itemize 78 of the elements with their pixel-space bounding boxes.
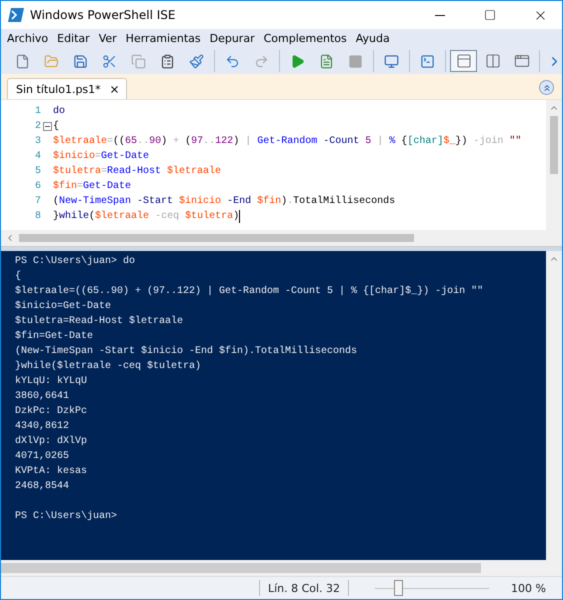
menu-item[interactable]: Ayuda [352,29,395,48]
console-line: }while($letraale -ceq $tuletra) [15,360,202,374]
save-icon [73,54,88,68]
close-icon[interactable] [108,84,120,94]
monitor-icon [384,54,399,68]
code-line: $tuletra=Read-Host $letraale [53,164,222,179]
pane-right-icon [484,53,500,69]
line-number: 6 [34,180,41,194]
folder-icon [44,54,59,68]
document-icon [319,54,334,68]
code-line: $inicio=Get-Date [53,150,150,164]
code-line: (New-TimeSpan -Start $inicio -End $fin).TotalMilliseconds [53,194,396,209]
maximize-icon [484,9,496,21]
scrollbar[interactable] [1,560,562,576]
console-line: kYLqU: kYLqU [15,374,88,389]
line-number: 4 [34,150,41,164]
brush-icon [189,54,204,68]
collapse-button[interactable] [539,80,554,95]
console-line: 4340,8612 [15,420,70,434]
file-icon [15,54,30,68]
code-line: $fin=Get-Date [53,180,132,194]
pane-top-button[interactable] [450,50,477,72]
console-prompt: PS C:\Users\juan> [15,510,118,524]
menu-item[interactable]: Archivo [3,29,54,48]
menu-item[interactable]: Complementos [260,29,352,48]
console-line: 3860,6641 [15,390,70,404]
scrollbar-thumb[interactable] [19,234,414,242]
console-line: dXlVp: dXlVp [15,434,88,449]
window-title: Windows PowerShell ISE [30,8,176,22]
fold-icon[interactable] [42,122,52,131]
console-line: KVPtA: kesas [15,464,88,479]
play-icon [290,54,305,68]
console-pane[interactable] [1,251,562,576]
menu-item[interactable]: Herramientas [122,29,206,48]
pane-top-icon [456,53,472,69]
window-icon [514,53,530,69]
console-line: $tuletra=Read-Host $letraale [15,314,184,329]
console-line: 2468,8544 [15,480,70,494]
console-line: { [15,270,22,284]
copy-icon [131,54,146,68]
line-number: 3 [34,135,41,149]
console-line: $fin=Get-Date [15,330,94,344]
stop-icon [348,54,363,68]
console-line: 4071,0265 [15,450,70,464]
scrollbar[interactable] [1,230,562,246]
scissors-icon [102,54,117,68]
undo-icon [225,54,240,68]
code-line: }while($letraale -ceq $tuletra) [53,209,242,224]
app-logo-icon [8,8,24,22]
zoom-level: 100 % [511,582,546,594]
line-number: 8 [34,210,41,224]
code-line: do [53,104,66,119]
slider-thumb[interactable] [394,580,403,596]
cursor-position: Lín. 8 Col. 32 [268,582,340,594]
line-number: 7 [34,195,41,209]
scrollbar[interactable] [546,251,562,560]
scrollbar-thumb[interactable] [550,116,558,174]
console-line: DzkPc: DzkPc [15,404,88,419]
console-line: PS C:\Users\juan> do [15,254,136,269]
console-line: $inicio=Get-Date [15,300,112,314]
code-line: { [53,120,60,134]
menu-item[interactable]: Ver [94,29,122,48]
menu-item[interactable]: Depurar [206,29,260,48]
console-line: $letraale=((65..90) + (97..122) | Get-Random -Count 5 | % {[char]$_}) -join "" [15,284,484,299]
clipboard-icon [160,54,175,68]
line-number: 5 [34,165,41,179]
line-number: 1 [34,105,41,119]
double-chevron-up-icon [542,82,552,92]
document-tab[interactable]: Sin título1.ps1* [7,78,127,99]
redo-icon [254,54,269,68]
scrollbar[interactable] [546,100,562,230]
terminal-icon [420,54,435,68]
minimize-icon [435,14,445,16]
line-number: 2 [34,120,41,134]
console-line: (New-TimeSpan -Start $inicio -End $fin).TotalMilliseconds [15,344,358,359]
scrollbar-thumb[interactable] [1,563,481,573]
menu-item[interactable]: Editar [53,29,95,48]
code-line: $letraale=((65..90) + (97..122) | Get-Random -Count 5 | % {[char]$_}) -join "" [53,134,522,149]
